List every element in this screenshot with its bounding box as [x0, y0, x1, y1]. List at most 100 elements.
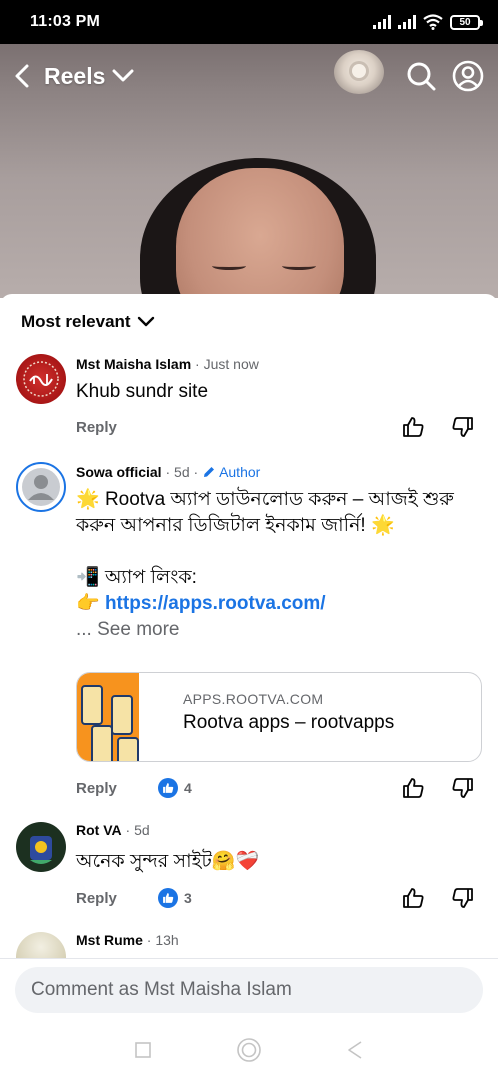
emoji-graphic: 🤗❤️‍🩹 — [211, 851, 260, 872]
comment-text: Khub sundr site — [76, 381, 209, 402]
separator-dot: · — [121, 822, 135, 838]
comment-line: 📲 অ্যাপ লিংক: — [76, 565, 486, 591]
vote-actions — [402, 416, 474, 438]
reels-header: Reels — [0, 44, 498, 108]
sparkle-emoji: 🌟 — [76, 489, 100, 510]
comments-sheet: Most relevant Mst Maisha Islam · Just no… — [0, 294, 498, 958]
comment-header: Rot VA · 5d — [76, 822, 150, 838]
like-reaction-icon — [158, 888, 178, 908]
separator-dot: · — [189, 464, 203, 480]
comment-composer-bar: Comment as Mst Maisha Islam — [0, 958, 498, 1020]
thumbs-down-icon[interactable] — [452, 777, 474, 799]
comment-header: Mst Rume · 13h — [76, 932, 179, 948]
author-label: Author — [219, 464, 261, 480]
comment-line-1: Rootva অ্যাপ ডাউনলোড করুন – আজই শুরু — [104, 489, 454, 510]
comment-text-body: অনেক সুন্দর সাইট — [76, 851, 212, 872]
comment-text: অনেক সুন্দর সাইট🤗❤️‍🩹 — [76, 849, 259, 875]
battery-level: 50 — [459, 16, 471, 28]
status-bar: 11:03 PM 50 — [0, 0, 498, 44]
comment-link[interactable]: https://apps.rootva.com/ — [105, 593, 326, 614]
reply-button[interactable]: Reply — [76, 780, 117, 797]
back-icon[interactable] — [346, 1040, 364, 1060]
reply-button[interactable]: Reply — [76, 419, 117, 436]
comment-line: করুন আপনার ডিজিটাল ইনকাম জার্নি! 🌟 — [76, 513, 486, 539]
comment-line-3: অ্যাপ লিংক: — [104, 567, 197, 588]
commenter-name[interactable]: Sowa official — [76, 464, 162, 480]
comment-time: 5d — [174, 464, 190, 480]
like-count: 3 — [158, 888, 192, 908]
commenter-name[interactable]: Mst Maisha Islam — [76, 356, 191, 372]
see-more-button[interactable]: ... See more — [76, 617, 486, 643]
reply-button[interactable]: Reply — [76, 890, 117, 907]
back-chevron-icon[interactable] — [14, 63, 30, 89]
sort-label: Most relevant — [21, 312, 131, 331]
reels-title[interactable]: Reels — [44, 63, 105, 90]
avatar[interactable] — [16, 932, 66, 958]
comment-header: Sowa official · 5d · Author — [76, 464, 260, 480]
avatar-calligraphy-graphic — [23, 361, 59, 397]
person-face-graphic — [176, 168, 344, 298]
comment-header: Mst Maisha Islam · Just now — [76, 356, 259, 372]
separator-dot: · — [142, 932, 156, 948]
link-domain: APPS.ROOTVA.COM — [183, 691, 324, 707]
profile-icon[interactable] — [452, 60, 484, 92]
separator-dot: · — [161, 464, 175, 480]
vote-actions — [402, 887, 474, 909]
like-count-value: 4 — [184, 780, 192, 796]
link-preview-card[interactable]: APPS.ROOTVA.COM Rootva apps – rootvapps — [76, 672, 482, 762]
avatar[interactable] — [16, 822, 66, 872]
status-icons: 50 — [373, 14, 483, 30]
phone-graphic — [91, 725, 113, 761]
left-eye-graphic — [212, 262, 246, 270]
author-badge: Author — [202, 464, 260, 480]
system-nav-bar — [0, 1020, 498, 1080]
vote-actions — [402, 777, 474, 799]
sort-dropdown[interactable]: Most relevant — [21, 312, 155, 332]
battery-icon: 50 — [450, 14, 483, 30]
separator-dot: · — [191, 356, 204, 372]
comment-input[interactable]: Comment as Mst Maisha Islam — [15, 967, 483, 1013]
avatar[interactable] — [16, 354, 66, 404]
home-icon[interactable] — [236, 1037, 262, 1063]
comment-time: 13h — [155, 932, 179, 948]
thumbs-down-icon[interactable] — [452, 887, 474, 909]
thumbs-up-icon[interactable] — [402, 887, 424, 909]
dropdown-chevron-icon[interactable] — [111, 68, 135, 84]
link-title: Rootva apps – rootvapps — [183, 712, 395, 733]
comment-time: Just now — [203, 356, 259, 372]
recent-apps-icon[interactable] — [134, 1041, 152, 1059]
thumbs-up-icon[interactable] — [402, 416, 424, 438]
thumbs-down-icon[interactable] — [452, 416, 474, 438]
status-time: 11:03 PM — [30, 13, 101, 30]
commenter-name[interactable]: Rot VA — [76, 822, 122, 838]
like-count-value: 3 — [184, 890, 192, 906]
phone-emoji: 📲 — [76, 567, 100, 588]
comment-line: 🌟 Rootva অ্যাপ ডাউনলোড করুন – আজই শুরু — [76, 487, 486, 513]
phone-graphic — [81, 685, 103, 725]
signal-icon — [373, 15, 391, 29]
comment-time: 5d — [134, 822, 150, 838]
pencil-icon — [204, 467, 215, 477]
link-thumbnail — [77, 673, 139, 761]
phone-graphic — [111, 695, 133, 735]
avatar-logo-graphic — [30, 836, 52, 864]
header-actions — [406, 60, 484, 92]
link-info: APPS.ROOTVA.COM Rootva apps – rootvapps — [139, 673, 394, 761]
commenter-name[interactable]: Mst Rume — [76, 932, 143, 948]
right-eye-graphic — [282, 262, 316, 270]
default-avatar-icon — [22, 468, 60, 506]
pointing-emoji: 👉 — [76, 593, 100, 614]
chevron-down-icon — [137, 316, 154, 327]
phone-graphic — [117, 737, 139, 761]
wifi-icon — [423, 14, 443, 30]
thumbs-up-icon[interactable] — [402, 777, 424, 799]
sparkle-emoji: 🌟 — [370, 515, 395, 536]
avatar[interactable] — [16, 462, 66, 512]
signal-2-icon — [398, 15, 416, 29]
like-count: 4 — [158, 778, 192, 798]
comment-line-2: করুন আপনার ডিজিটাল ইনকাম জার্নি! — [76, 515, 366, 536]
comment-line: 👉 https://apps.rootva.com/ — [76, 591, 486, 617]
search-icon[interactable] — [406, 61, 436, 91]
comment-text: 🌟 Rootva অ্যাপ ডাউনলোড করুন – আজই শুরু ক… — [76, 487, 486, 643]
like-reaction-icon — [158, 778, 178, 798]
